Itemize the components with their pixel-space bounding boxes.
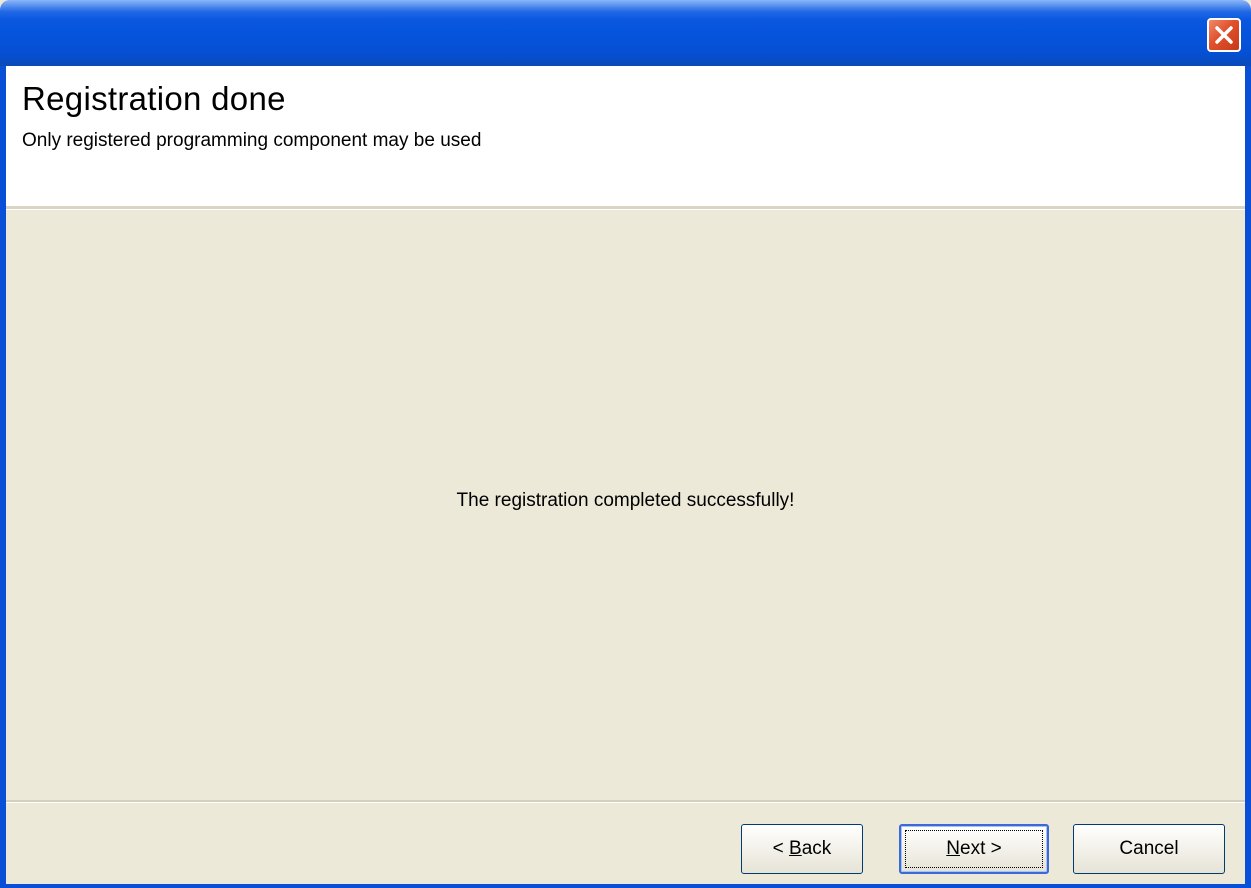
wizard-header: Registration done Only registered progra… (6, 66, 1245, 206)
back-button-mnemonic: B (789, 838, 802, 859)
close-icon (1215, 26, 1233, 44)
close-button[interactable] (1207, 18, 1241, 52)
window-border-bottom (0, 884, 1251, 888)
title-bar[interactable] (0, 0, 1251, 66)
next-button[interactable]: Next > (899, 824, 1049, 874)
back-button-prefix: < (772, 838, 790, 859)
page-subtitle: Only registered programming component ma… (22, 130, 482, 151)
focus-ring (905, 830, 1043, 868)
title-bar-gloss (0, 0, 1251, 12)
footer-divider (6, 800, 1245, 803)
status-message: The registration completed successfully! (456, 490, 795, 511)
back-button[interactable]: < Back (741, 824, 863, 874)
back-button-rest: ack (801, 838, 832, 859)
wizard-window: Registration done Only registered progra… (0, 0, 1251, 888)
page-title: Registration done (22, 80, 286, 117)
window-border-right (1245, 66, 1251, 888)
header-divider (6, 206, 1245, 210)
cancel-button[interactable]: Cancel (1073, 824, 1225, 874)
